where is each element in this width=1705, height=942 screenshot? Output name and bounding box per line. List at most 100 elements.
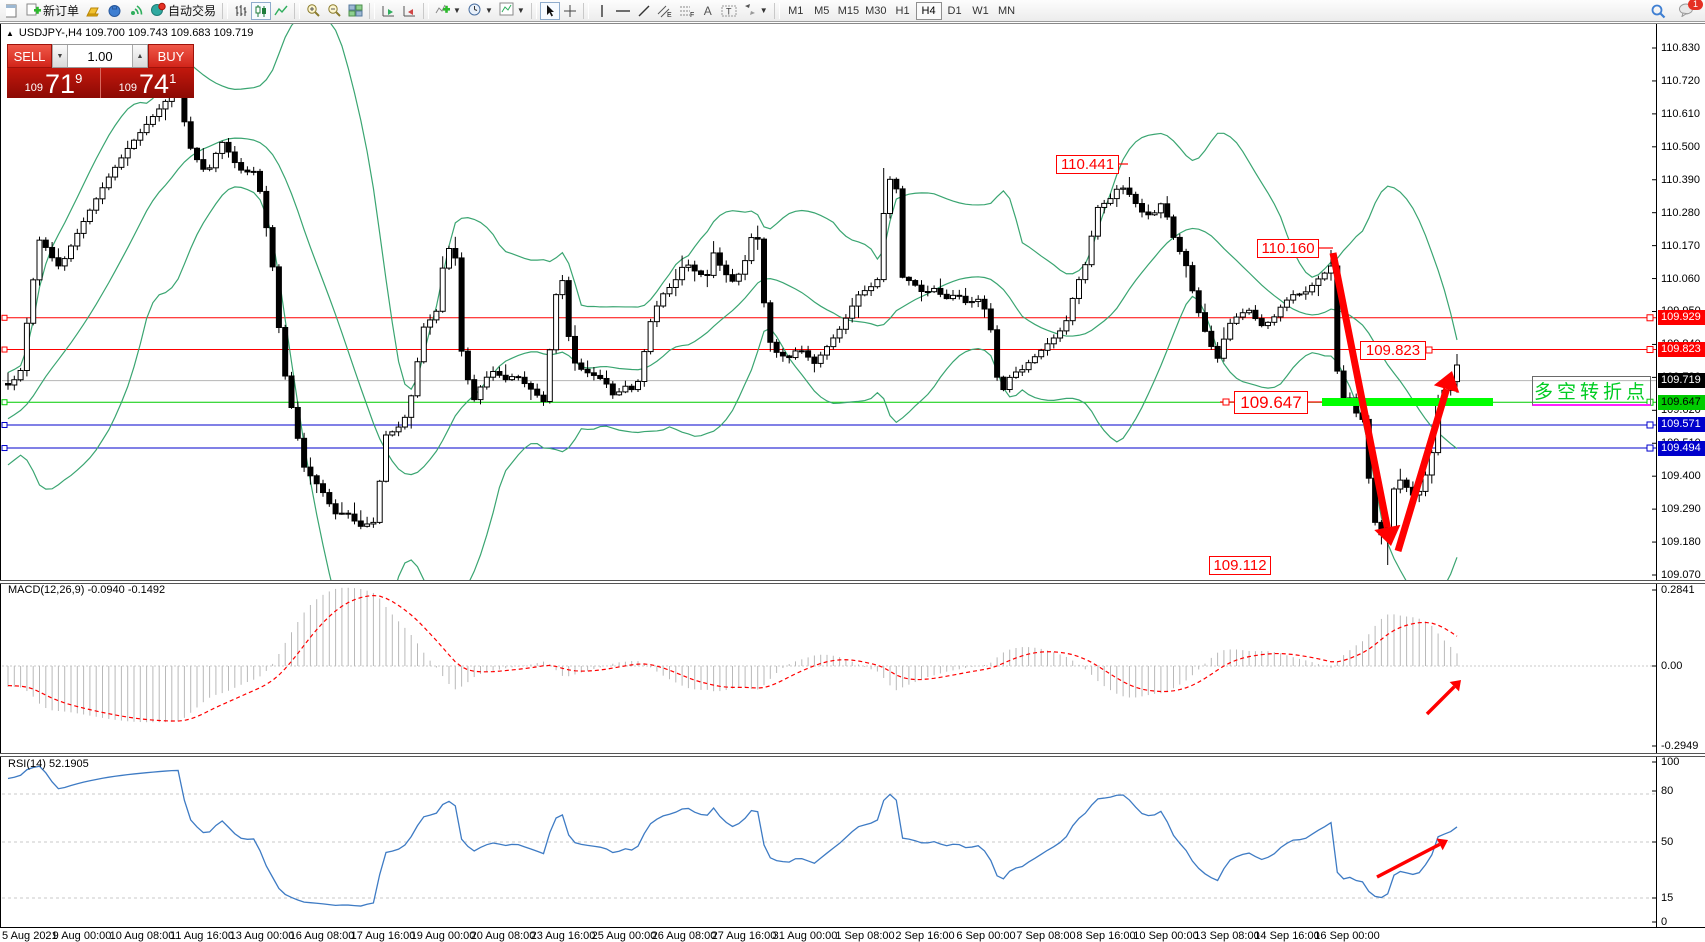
text-label-icon[interactable]: T xyxy=(718,2,740,20)
price-tick-label: 110.830 xyxy=(1661,42,1700,54)
time-axis-label: 10 Aug 08:00 xyxy=(110,930,175,942)
svg-text:T: T xyxy=(726,6,732,16)
buy-price-big: 74 xyxy=(139,71,169,97)
chart-shift-icon[interactable] xyxy=(399,2,420,20)
price-badge: 109.494 xyxy=(1658,441,1705,456)
trendline-icon[interactable] xyxy=(634,2,654,20)
price-annotation-label[interactable]: 109.647 xyxy=(1234,391,1308,414)
time-axis-label: 13 Sep 08:00 xyxy=(1194,930,1259,942)
timeframe-button-W1[interactable]: W1 xyxy=(968,2,994,20)
bar-chart-icon[interactable] xyxy=(231,2,251,20)
toolbar-separator xyxy=(294,3,300,19)
price-annotation-label[interactable]: 110.160 xyxy=(1257,239,1319,258)
chart-canvas[interactable] xyxy=(0,0,1705,942)
indicator-tick-label: 100 xyxy=(1661,756,1679,768)
fibonacci-icon[interactable]: F xyxy=(676,2,698,20)
buy-button[interactable]: BUY xyxy=(148,44,194,68)
chevron-down-icon: ▼ xyxy=(517,6,525,15)
symbol-ohlc-text: USDJPY-,H4 109.700 109.743 109.683 109.7… xyxy=(19,27,253,39)
templates-button[interactable]: ▼ xyxy=(496,2,528,20)
price-tick-label: 110.390 xyxy=(1661,174,1700,186)
line-chart-icon[interactable] xyxy=(271,2,291,20)
auto-scroll-icon[interactable] xyxy=(378,2,399,20)
time-axis-label: 6 Sep 00:00 xyxy=(956,930,1015,942)
turning-point-label[interactable]: 多空转折点 xyxy=(1532,376,1651,406)
timeframe-button-M15[interactable]: M15 xyxy=(835,2,862,20)
sell-button[interactable]: SELL xyxy=(7,44,52,68)
periods-button[interactable]: ▼ xyxy=(464,2,496,20)
cursor-icon[interactable] xyxy=(540,2,560,20)
volume-increase-button[interactable]: ▲ xyxy=(132,45,148,67)
timeframe-button-H1[interactable]: H1 xyxy=(890,2,916,20)
price-badge: 109.571 xyxy=(1658,417,1705,432)
price-tick-label: 110.500 xyxy=(1661,141,1700,153)
vertical-line-icon[interactable] xyxy=(592,2,612,20)
sell-price-base: 109 xyxy=(25,82,43,94)
time-axis-label: 16 Aug 08:00 xyxy=(290,930,355,942)
market-icon[interactable] xyxy=(104,2,125,20)
toolbar-separator xyxy=(369,3,375,19)
new-order-icon xyxy=(26,2,41,20)
indicator-tick-label: 50 xyxy=(1661,836,1673,848)
zoom-out-icon[interactable] xyxy=(324,2,345,20)
volume-input[interactable]: 1.00 xyxy=(68,45,132,67)
toolbar-separator xyxy=(423,3,429,19)
text-icon[interactable]: A xyxy=(698,2,718,20)
crosshair-icon[interactable] xyxy=(560,2,580,20)
shapes-button[interactable]: ▼ xyxy=(740,2,771,20)
timeframe-button-H4[interactable]: H4 xyxy=(916,2,942,20)
new-order-button[interactable]: 新订单 xyxy=(23,2,82,20)
time-axis-label: 20 Aug 08:00 xyxy=(471,930,536,942)
time-axis-label: 5 Aug 2021 xyxy=(2,930,58,942)
price-annotation-label[interactable]: 110.441 xyxy=(1056,155,1119,174)
timeframe-button-MN[interactable]: MN xyxy=(994,2,1020,20)
collapse-triangle-icon[interactable]: ▲ xyxy=(6,29,14,38)
one-click-trading-panel: SELL ▼ 1.00 ▲ BUY 109 71 9 109 74 1 xyxy=(7,44,194,98)
sell-price[interactable]: 109 71 9 xyxy=(7,68,100,98)
timeframe-button-M1[interactable]: M1 xyxy=(783,2,809,20)
time-axis-label: 31 Aug 00:00 xyxy=(773,930,838,942)
buy-price[interactable]: 109 74 1 xyxy=(100,68,194,98)
price-badge: 109.647 xyxy=(1658,395,1705,410)
price-annotation-label[interactable]: 109.112 xyxy=(1209,556,1271,575)
pane-separator-macd[interactable] xyxy=(0,580,1705,584)
time-axis-label: 13 Aug 00:00 xyxy=(230,930,295,942)
price-badge: 109.719 xyxy=(1658,373,1705,388)
time-axis-label: 25 Aug 00:00 xyxy=(592,930,657,942)
svg-text:E: E xyxy=(667,12,672,18)
search-icon[interactable] xyxy=(1647,2,1669,20)
volume-decrease-button[interactable]: ▼ xyxy=(52,45,68,67)
price-annotation-label[interactable]: 109.823 xyxy=(1360,341,1426,360)
indicators-button[interactable]: ▼ xyxy=(432,2,464,20)
indicator-tick-label: 80 xyxy=(1661,785,1673,797)
macd-indicator-label: MACD(12,26,9) -0.0940 -0.1492 xyxy=(8,584,165,596)
gold-icon[interactable] xyxy=(82,2,104,20)
clock-icon xyxy=(467,2,482,20)
chat-button[interactable]: 1 xyxy=(1675,2,1698,20)
time-axis-label: 17 Aug 16:00 xyxy=(351,930,416,942)
zoom-in-icon[interactable] xyxy=(303,2,324,20)
time-axis-label: 7 Sep 08:00 xyxy=(1016,930,1075,942)
candle-chart-icon[interactable] xyxy=(251,2,271,20)
autotrade-label: 自动交易 xyxy=(168,2,216,19)
autotrade-button[interactable]: 自动交易 xyxy=(147,2,219,20)
timeframe-button-D1[interactable]: D1 xyxy=(942,2,968,20)
notification-badge: 1 xyxy=(1688,0,1703,10)
channel-icon[interactable]: E xyxy=(654,2,676,20)
arrows-icon xyxy=(743,3,757,19)
buy-price-pip: 1 xyxy=(169,71,176,86)
price-tick-label: 109.180 xyxy=(1661,536,1701,548)
time-axis-label: 27 Aug 16:00 xyxy=(712,930,777,942)
timeframe-toolbar: M1M5M15M30H1H4D1W1MN xyxy=(783,2,1020,20)
time-axis-label: 26 Aug 08:00 xyxy=(652,930,717,942)
chevron-down-icon: ▼ xyxy=(760,6,768,15)
horizontal-line-icon[interactable] xyxy=(612,2,634,20)
tile-windows-icon[interactable] xyxy=(345,2,366,20)
time-axis[interactable]: 5 Aug 20219 Aug 00:0010 Aug 08:0011 Aug … xyxy=(0,927,1705,942)
timeframe-button-M30[interactable]: M30 xyxy=(862,2,889,20)
chart-window-icon[interactable] xyxy=(3,2,23,20)
timeframe-button-M5[interactable]: M5 xyxy=(809,2,835,20)
pane-separator-rsi[interactable] xyxy=(0,753,1705,757)
sell-price-big: 71 xyxy=(45,71,75,97)
signals-icon[interactable] xyxy=(125,2,147,20)
